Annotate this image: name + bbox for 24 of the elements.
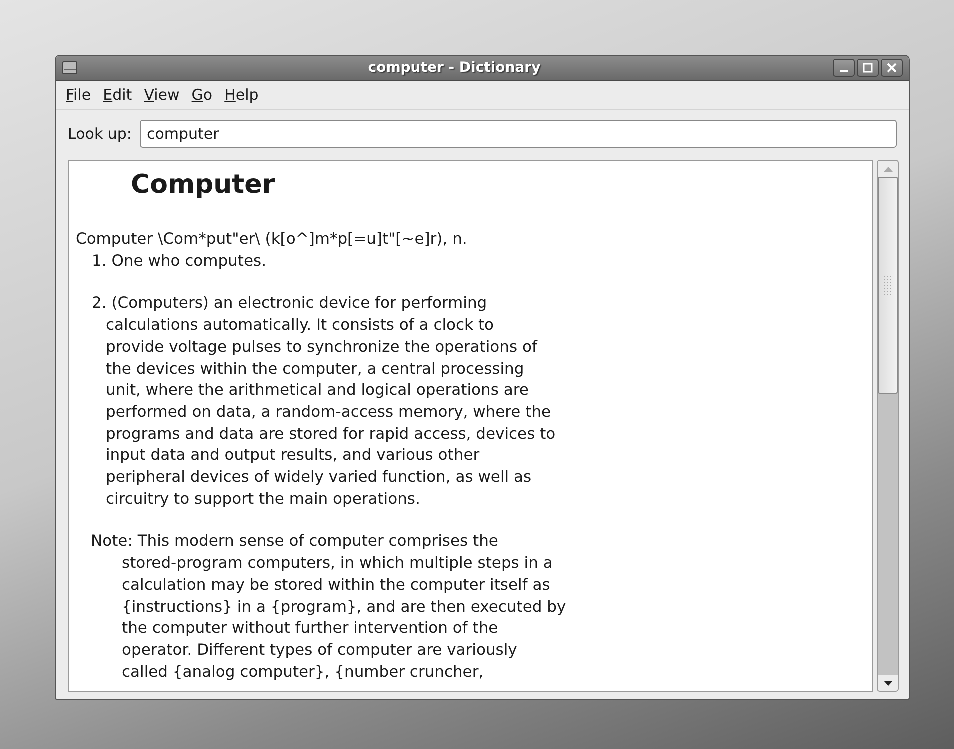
minimize-icon [840, 70, 848, 72]
lookup-label: Look up: [68, 125, 132, 143]
menu-item[interactable]: Edit [97, 84, 138, 106]
window-title: computer - Dictionary [367, 60, 542, 76]
down-arrow-icon [884, 680, 892, 686]
lookup-field[interactable]: computer [140, 120, 897, 148]
definition-paragraph: 1. One who computes. [91, 250, 268, 272]
scroll-thumb[interactable] [878, 177, 898, 394]
book-icon [62, 61, 78, 75]
menu-item[interactable]: Help [218, 84, 265, 106]
up-arrow-icon [884, 166, 892, 172]
scrollbar[interactable] [877, 160, 899, 692]
menu-item[interactable]: Go [186, 84, 219, 106]
close-button[interactable] [881, 59, 903, 77]
headword: Computer [131, 171, 276, 199]
menu-item[interactable]: View [138, 84, 186, 106]
close-icon [887, 63, 897, 73]
definition-paragraph: 2. (Computers) an electronic device for performing calculations automatically. It consists of a clock to provide voltage pulses to synchronize the operations of the devices within the computer, a central processing unit, where the arithmetical and logical operations are performed on data, a random-access memory, where the programs and data are stored for rapid access, devices to input data and output results, and various other peripheral devices of widely varied function, as well as circuitry to support the main operations. [91, 293, 557, 510]
definition-paragraph: Computer \Com*put"er\ (k[o^]m*p[=u]t"[~e]r), n. [76, 229, 468, 250]
definition-paragraph: Note: This modern sense of computer comprises the stored-program computers, in which multiple steps in a calculation may be stored within the computer itself as {instructions} in a {program}, and are then executed by the computer without further intervention of the operator. Different types of computer are variously called {analog computer}, {number cruncher, [90, 531, 568, 683]
maximize-button[interactable] [857, 59, 879, 77]
menu-item[interactable]: File [60, 84, 98, 106]
minimize-button[interactable] [833, 59, 855, 77]
maximize-icon [863, 63, 873, 73]
